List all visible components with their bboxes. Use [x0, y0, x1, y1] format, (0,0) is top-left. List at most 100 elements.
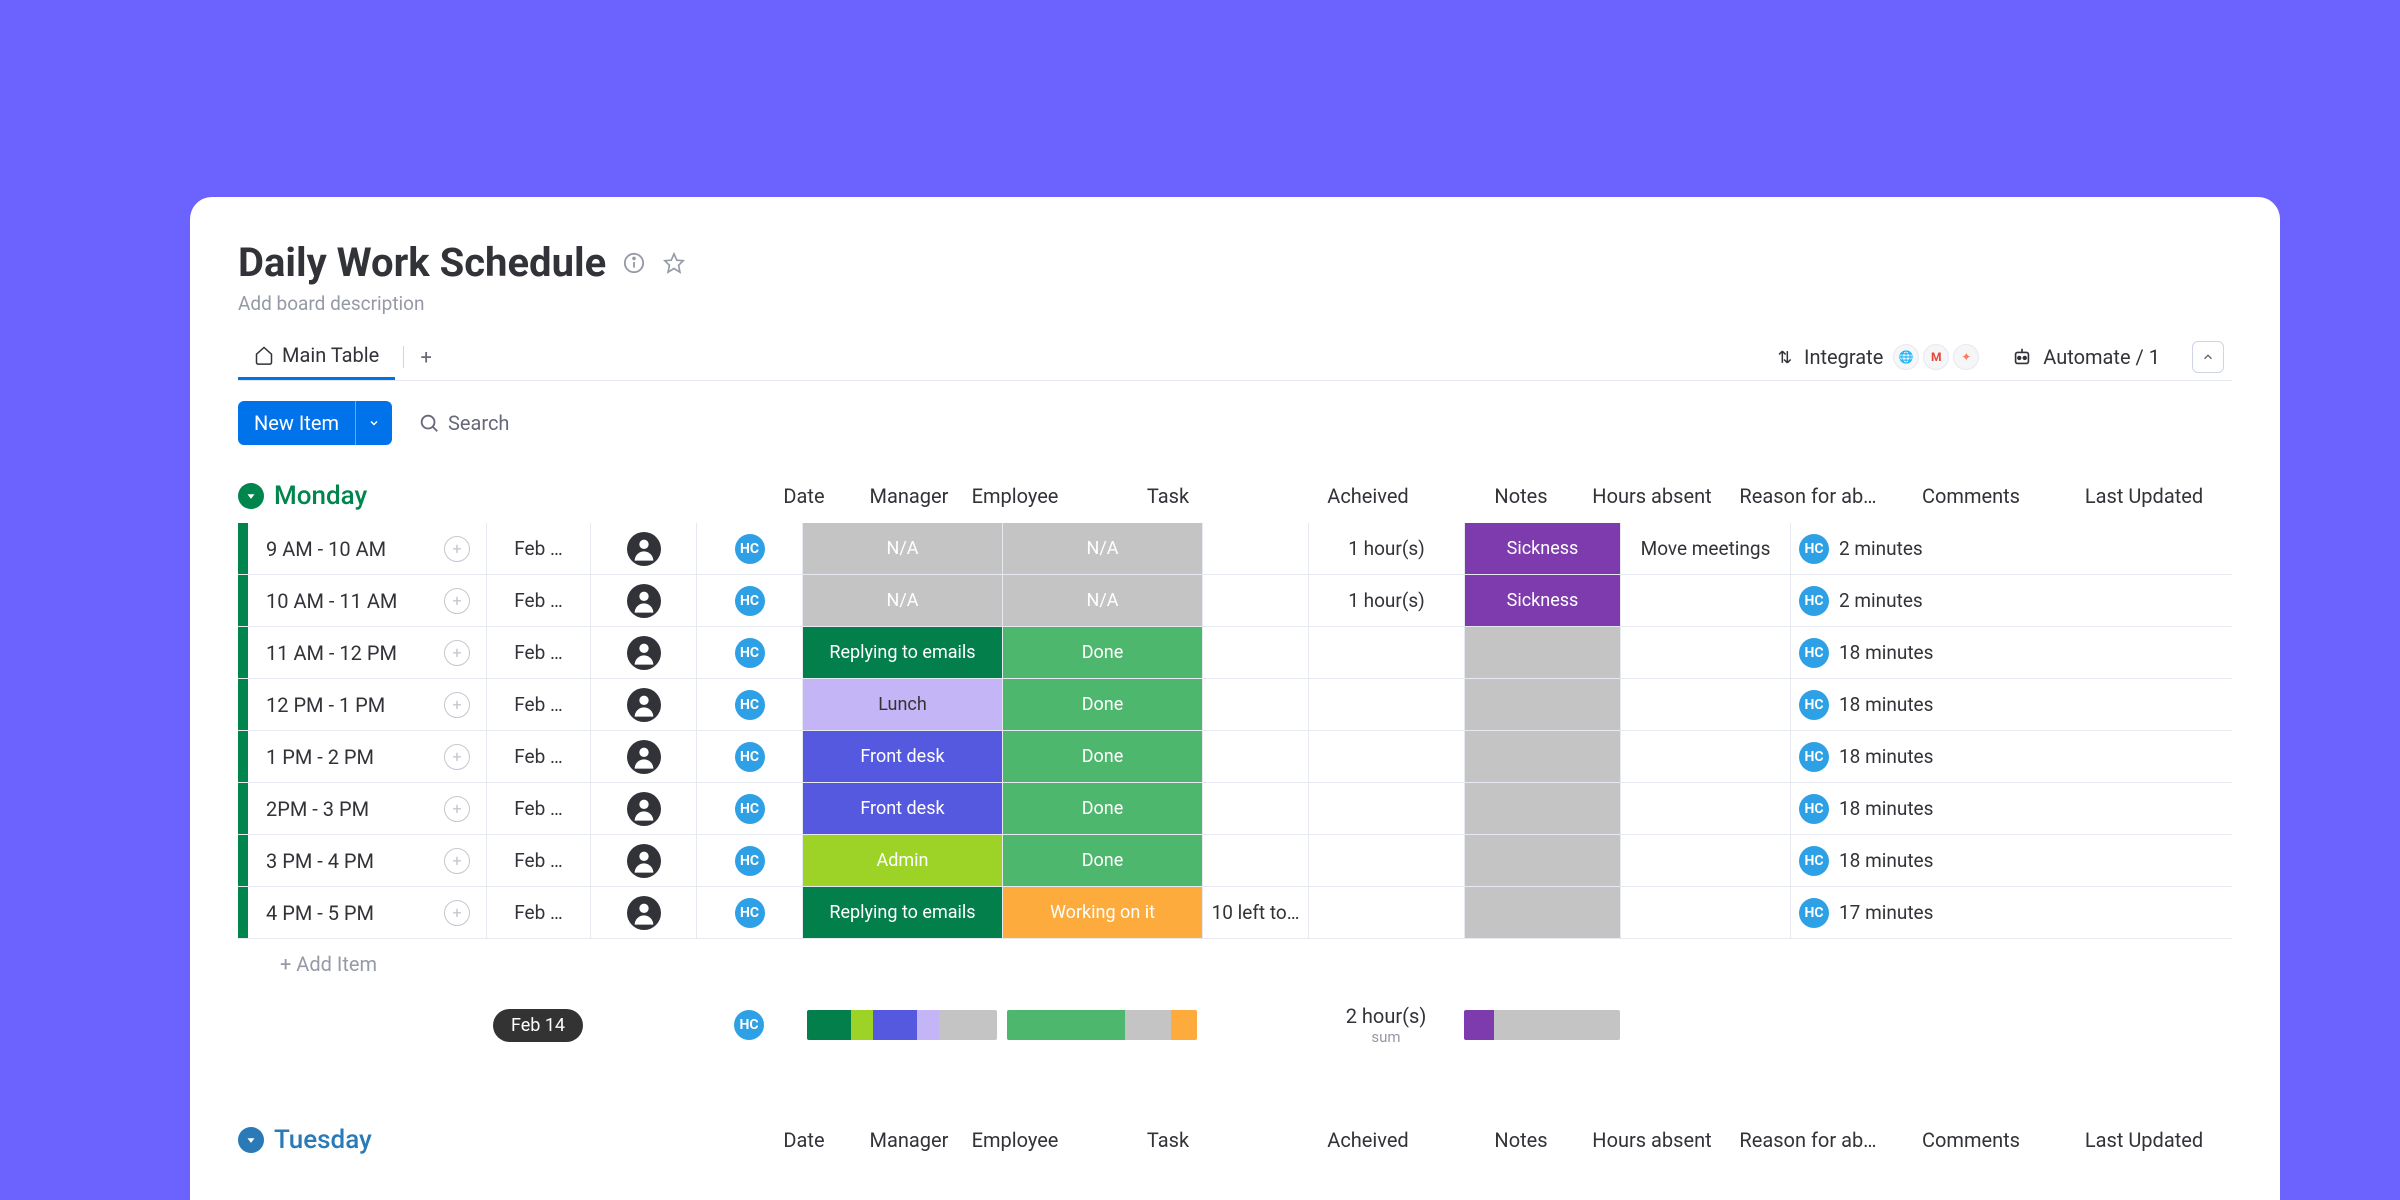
hours-cell[interactable] — [1308, 783, 1464, 834]
column-header[interactable]: Hours absent — [1574, 484, 1730, 508]
column-header[interactable]: Acheived — [1268, 484, 1468, 508]
notes-cell[interactable] — [1202, 679, 1308, 730]
notes-cell[interactable] — [1202, 731, 1308, 782]
status-cell[interactable]: Done — [1002, 731, 1202, 782]
employee-badge[interactable]: HC — [735, 742, 765, 772]
status-cell[interactable] — [1464, 783, 1620, 834]
status-cell[interactable]: Done — [1002, 835, 1202, 886]
employee-badge[interactable]: HC — [735, 898, 765, 928]
table-row[interactable]: 11 AM - 12 PM + Feb … HC Replying to ema… — [238, 627, 2232, 679]
table-row[interactable]: 10 AM - 11 AM + Feb … HC N/A N/A 1 hour(… — [238, 575, 2232, 627]
integration-chip-3[interactable]: ✦ — [1953, 344, 1979, 370]
notes-cell[interactable]: 10 left to… — [1202, 887, 1308, 938]
item-cell[interactable]: 1 PM - 2 PM + — [248, 731, 486, 782]
column-header[interactable]: Last Updated — [2056, 1128, 2232, 1152]
employee-badge[interactable]: HC — [735, 586, 765, 616]
manager-cell[interactable] — [590, 731, 696, 782]
column-header[interactable]: Notes — [1468, 484, 1574, 508]
table-row[interactable]: 9 AM - 10 AM + Feb … HC N/A N/A 1 hour(s… — [238, 523, 2232, 575]
hours-cell[interactable]: 1 hour(s) — [1308, 575, 1464, 626]
item-cell[interactable]: 3 PM - 4 PM + — [248, 835, 486, 886]
manager-avatar[interactable] — [627, 584, 661, 618]
employee-badge[interactable]: HC — [1799, 846, 1829, 876]
updated-cell[interactable]: HC18 minutes — [1790, 731, 1966, 782]
date-cell[interactable]: Feb … — [486, 575, 590, 626]
group-toggle[interactable] — [238, 1127, 264, 1153]
expand-icon[interactable]: + — [444, 744, 470, 770]
column-header[interactable]: Comments — [1886, 1128, 2056, 1152]
column-header[interactable]: Comments — [1886, 484, 2056, 508]
integrate-button[interactable]: Integrate 🌐 M ✦ — [1774, 344, 1979, 370]
status-cell[interactable]: Admin — [802, 835, 1002, 886]
comments-cell[interactable] — [1620, 887, 1790, 938]
status-cell[interactable]: Done — [1002, 627, 1202, 678]
hours-cell[interactable] — [1308, 835, 1464, 886]
employee-cell[interactable]: HC — [696, 627, 802, 678]
summary-date[interactable]: Feb 14 — [493, 1009, 583, 1042]
manager-avatar[interactable] — [627, 896, 661, 930]
column-header[interactable]: Task — [1068, 1128, 1268, 1152]
hours-cell[interactable]: 1 hour(s) — [1308, 523, 1464, 574]
status-cell[interactable]: Sickness — [1464, 523, 1620, 574]
item-cell[interactable]: 11 AM - 12 PM + — [248, 627, 486, 678]
column-header[interactable]: Manager — [856, 484, 962, 508]
status-cell[interactable]: N/A — [802, 575, 1002, 626]
column-header[interactable]: Task — [1068, 484, 1268, 508]
notes-cell[interactable] — [1202, 575, 1308, 626]
employee-badge[interactable]: HC — [1799, 742, 1829, 772]
expand-icon[interactable]: + — [444, 640, 470, 666]
board-title[interactable]: Daily Work Schedule — [238, 239, 606, 286]
column-header[interactable]: Last Updated — [2056, 484, 2232, 508]
manager-avatar[interactable] — [627, 688, 661, 722]
comments-cell[interactable] — [1620, 731, 1790, 782]
employee-badge[interactable]: HC — [735, 690, 765, 720]
status-cell[interactable]: Done — [1002, 679, 1202, 730]
item-cell[interactable]: 2PM - 3 PM + — [248, 783, 486, 834]
date-cell[interactable]: Feb … — [486, 887, 590, 938]
updated-cell[interactable]: HC18 minutes — [1790, 679, 1966, 730]
new-item-dropdown[interactable] — [355, 401, 392, 445]
comments-cell[interactable] — [1620, 679, 1790, 730]
status-cell[interactable]: Replying to emails — [802, 627, 1002, 678]
table-row[interactable]: 4 PM - 5 PM + Feb … HC Replying to email… — [238, 887, 2232, 939]
column-header[interactable]: Reason for ab… — [1730, 1128, 1886, 1152]
status-cell[interactable]: Sickness — [1464, 575, 1620, 626]
hours-cell[interactable] — [1308, 627, 1464, 678]
comments-cell[interactable] — [1620, 783, 1790, 834]
employee-badge[interactable]: HC — [735, 534, 765, 564]
expand-icon[interactable]: + — [444, 900, 470, 926]
date-cell[interactable]: Feb … — [486, 731, 590, 782]
manager-avatar[interactable] — [627, 740, 661, 774]
date-cell[interactable]: Feb … — [486, 523, 590, 574]
status-cell[interactable]: Replying to emails — [802, 887, 1002, 938]
item-cell[interactable]: 12 PM - 1 PM + — [248, 679, 486, 730]
date-cell[interactable]: Feb … — [486, 835, 590, 886]
group-name[interactable]: Tuesday — [274, 1125, 372, 1155]
automate-button[interactable]: Automate / 1 — [2011, 345, 2160, 369]
tab-main-table[interactable]: Main Table — [238, 333, 395, 380]
manager-avatar[interactable] — [627, 844, 661, 878]
item-cell[interactable]: 4 PM - 5 PM + — [248, 887, 486, 938]
employee-badge[interactable]: HC — [734, 1010, 764, 1040]
status-cell[interactable]: N/A — [802, 523, 1002, 574]
integration-chip-gmail[interactable]: M — [1923, 344, 1949, 370]
status-cell[interactable]: Lunch — [802, 679, 1002, 730]
column-header[interactable]: Date — [752, 484, 856, 508]
manager-cell[interactable] — [590, 783, 696, 834]
employee-badge[interactable]: HC — [735, 638, 765, 668]
add-item-row[interactable]: + Add Item — [238, 939, 2232, 989]
status-cell[interactable] — [1464, 731, 1620, 782]
hours-cell[interactable] — [1308, 887, 1464, 938]
column-header[interactable]: Reason for ab… — [1730, 484, 1886, 508]
notes-cell[interactable] — [1202, 835, 1308, 886]
board-description[interactable]: Add board description — [238, 292, 2232, 315]
employee-badge[interactable]: HC — [1799, 898, 1829, 928]
updated-cell[interactable]: HC18 minutes — [1790, 835, 1966, 886]
table-row[interactable]: 12 PM - 1 PM + Feb … HC Lunch Done HC18 … — [238, 679, 2232, 731]
employee-cell[interactable]: HC — [696, 575, 802, 626]
manager-cell[interactable] — [590, 523, 696, 574]
status-cell[interactable]: N/A — [1002, 523, 1202, 574]
column-header[interactable]: Employee — [962, 484, 1068, 508]
status-cell[interactable]: Working on it — [1002, 887, 1202, 938]
table-row[interactable]: 3 PM - 4 PM + Feb … HC Admin Done HC18 m… — [238, 835, 2232, 887]
